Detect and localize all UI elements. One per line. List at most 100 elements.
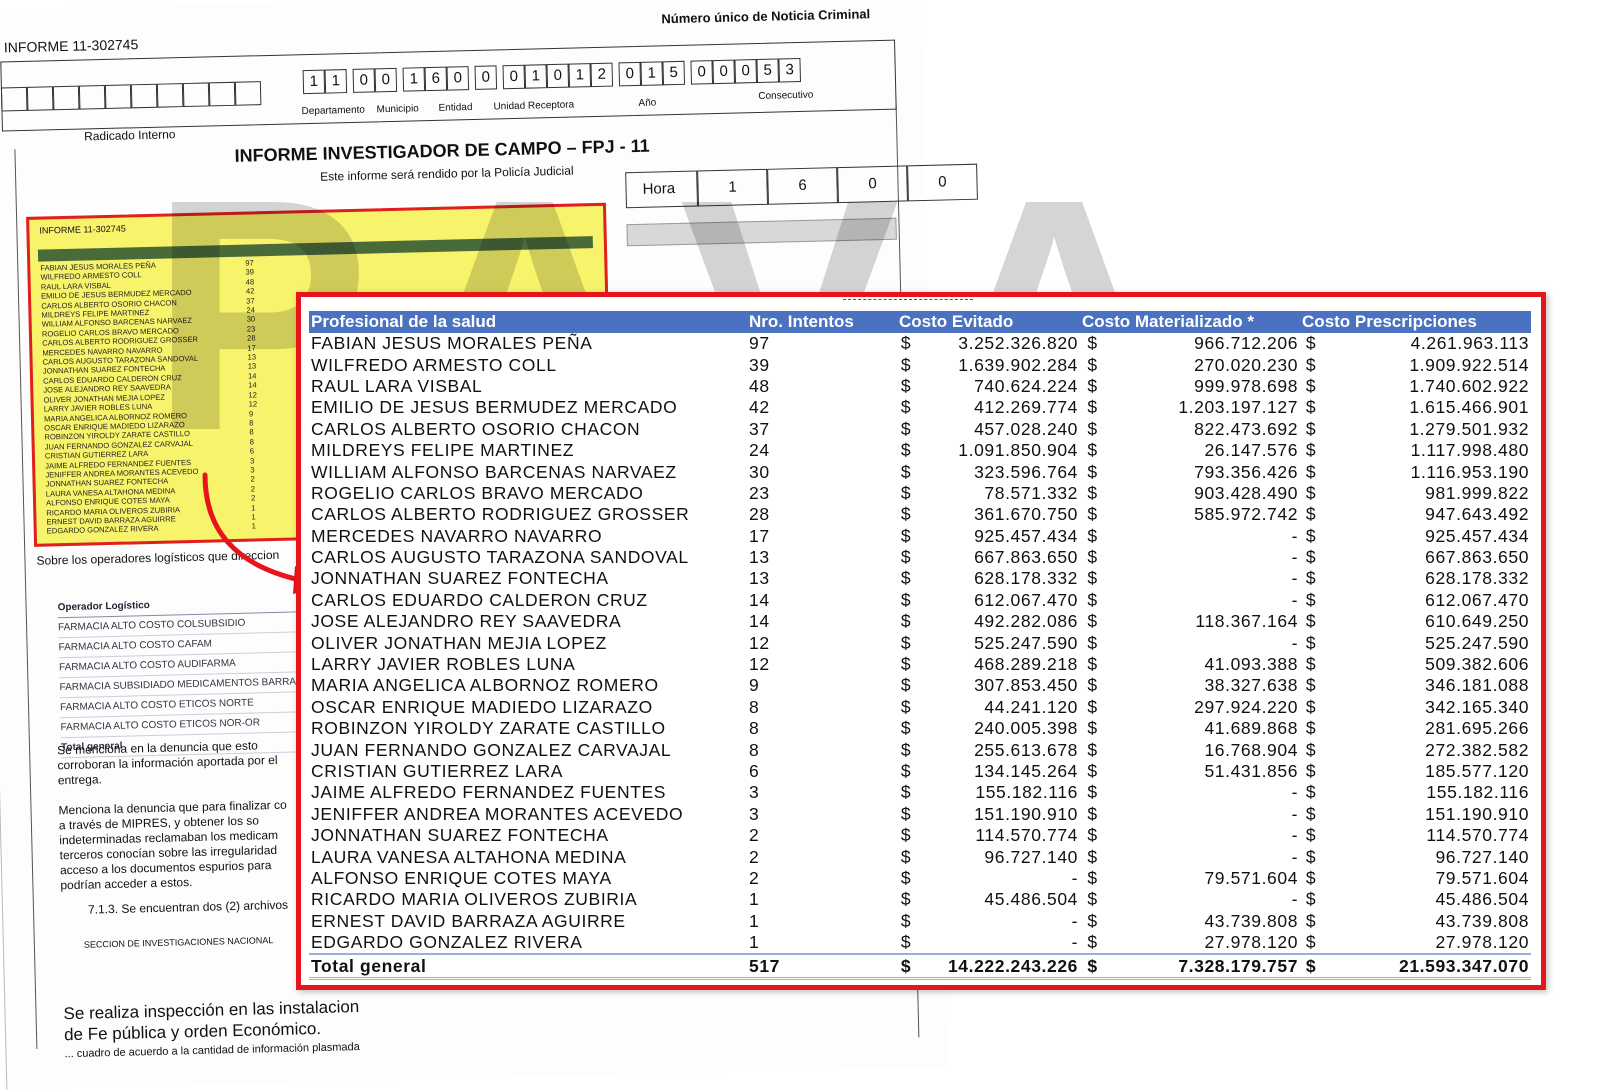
cell-evitado: 3.252.326.820 bbox=[958, 333, 1079, 354]
currency-sign: $ bbox=[1087, 761, 1098, 781]
cell-name: CRISTIAN GUTIERREZ LARA bbox=[311, 761, 564, 781]
cell-name: JOSE ALEJANDRO REY SAAVEDRA bbox=[311, 611, 622, 632]
cell-prescripciones: 346.181.088 bbox=[1425, 675, 1530, 696]
zoomed-table-panel: Profesional de la salud Nro. Intentos Co… bbox=[296, 292, 1546, 990]
currency-sign: $ bbox=[900, 803, 912, 824]
noticia-digit-box: 3 bbox=[778, 57, 802, 83]
currency-sign: $ bbox=[1080, 953, 1106, 980]
cell-evitado: 78.571.332 bbox=[984, 482, 1079, 503]
currency-sign: $ bbox=[1087, 482, 1098, 503]
radicado-label: Radicado Interno bbox=[83, 127, 176, 144]
noticia-digit-box: 1 bbox=[402, 67, 426, 92]
currency-sign: $ bbox=[1087, 867, 1098, 888]
currency-sign: $ bbox=[1305, 333, 1317, 354]
paragraph-2: Menciona la denuncia que para finalizar … bbox=[58, 798, 288, 894]
currency-sign: $ bbox=[1087, 589, 1098, 610]
radicado-box bbox=[208, 81, 236, 107]
hora-label: Hora bbox=[625, 170, 699, 209]
document-subtitle: Este informe será rendido por la Policía… bbox=[320, 163, 574, 184]
currency-sign: $ bbox=[1087, 696, 1098, 717]
cell-prescripciones: 610.649.250 bbox=[1425, 611, 1530, 632]
cell-intentos: 6 bbox=[749, 761, 760, 781]
cell-name: JAIME ALFREDO FERNANDEZ FUENTES bbox=[311, 782, 667, 803]
currency-sign: $ bbox=[1305, 782, 1317, 803]
currency-sign: $ bbox=[1087, 825, 1098, 846]
currency-sign: $ bbox=[900, 611, 912, 632]
radicado-box bbox=[26, 86, 54, 111]
cell-materializado: - bbox=[1291, 889, 1299, 910]
cell-evitado: 134.145.264 bbox=[974, 761, 1079, 781]
cell-materializado: 27.978.120 bbox=[1204, 932, 1299, 953]
col-profesional: Profesional de la salud bbox=[309, 311, 747, 333]
table-row: MARIA ANGELICA ALBORNOZ ROMERO 9 $307.853.… bbox=[309, 675, 1531, 696]
currency-sign: $ bbox=[1087, 632, 1098, 653]
currency-sign: $ bbox=[1087, 910, 1098, 931]
cell-intentos: 13 bbox=[749, 568, 770, 589]
col-evitado: Costo Evitado bbox=[897, 311, 1081, 333]
cell-name: RAUL LARA VISBAL bbox=[311, 375, 483, 396]
radicado-box bbox=[234, 81, 262, 106]
currency-sign: $ bbox=[1305, 889, 1317, 910]
gray-bar bbox=[626, 217, 897, 247]
radicado-box bbox=[0, 86, 28, 112]
currency-sign: $ bbox=[1305, 739, 1317, 760]
table-row: CRISTIAN GUTIERREZ LARA 6 $134.145.264 $51.… bbox=[309, 761, 1531, 782]
cell-evitado: 361.670.750 bbox=[974, 504, 1079, 525]
table-row: JONNATHAN SUAREZ FONTECHA 2 $114.570.774 $ -… bbox=[309, 825, 1531, 846]
operador-table: Operador Logístico FARMACIA ALTO COSTO C… bbox=[57, 592, 339, 759]
cell-prescripciones: 45.486.504 bbox=[1435, 889, 1530, 910]
table-row: EDGARDO GONZALEZ RIVERA 1 $ - $27.978.120 $27… bbox=[309, 932, 1531, 954]
cell-evitado: 240.005.398 bbox=[974, 718, 1079, 739]
noticia-digit-box: 0 bbox=[474, 65, 498, 90]
currency-sign: $ bbox=[1305, 482, 1317, 503]
currency-sign: $ bbox=[900, 825, 912, 846]
cell-name: JONNATHAN SUAREZ FONTECHA bbox=[311, 825, 609, 846]
cell-intentos: 8 bbox=[749, 696, 760, 717]
cell-name: ROGELIO CARLOS BRAVO MERCADO bbox=[311, 482, 644, 503]
table-row: RICARDO MARIA OLIVEROS ZUBIRIA 1 $45.486.5… bbox=[309, 889, 1531, 910]
cell-intentos: 14 bbox=[749, 611, 770, 632]
entidad-label: Entidad bbox=[438, 101, 473, 114]
currency-sign: $ bbox=[1305, 696, 1317, 717]
cell-materializado: 41.689.868 bbox=[1204, 718, 1299, 739]
table-row: FABIAN JESUS MORALES PEÑA 97 $3.252.326.82… bbox=[309, 333, 1531, 354]
cell-intentos: 28 bbox=[749, 504, 770, 525]
currency-sign: $ bbox=[1305, 654, 1317, 675]
noticia-digit-box: 6 bbox=[424, 66, 448, 92]
cell-evitado: 525.247.590 bbox=[974, 632, 1079, 653]
cell-intentos: 3 bbox=[749, 803, 760, 824]
sobre-text: Sobre los operadores logísticos que dire… bbox=[36, 547, 280, 568]
cell-name: FABIAN JESUS MORALES PEÑA bbox=[311, 333, 593, 354]
hora-digit: 0 bbox=[837, 165, 908, 204]
noticia-digit-box: 0 bbox=[690, 60, 714, 85]
cell-evitado: 740.624.224 bbox=[974, 375, 1079, 396]
currency-sign: $ bbox=[1305, 397, 1317, 418]
cell-name: LARRY JAVIER ROBLES LUNA bbox=[311, 654, 576, 675]
table-row: JENIFFER ANDREA MORANTES ACEVEDO 3 $151.19… bbox=[309, 804, 1531, 825]
noticia-digit-box: 1 bbox=[568, 63, 592, 88]
cell-name: MILDREYS FELIPE MARTINEZ bbox=[311, 440, 575, 461]
cell-intentos: 2 bbox=[749, 867, 760, 888]
currency-sign: $ bbox=[900, 525, 912, 546]
noticia-digit-box: 0 bbox=[446, 66, 470, 91]
currency-sign: $ bbox=[900, 589, 912, 610]
currency-sign: $ bbox=[1305, 354, 1317, 375]
table-row: ALFONSO ENRIQUE COTES MAYA 2 $ - $79.571.604… bbox=[309, 868, 1531, 889]
cell-prescripciones: 43.739.808 bbox=[1435, 910, 1530, 931]
cell-materializado: - bbox=[1291, 547, 1299, 568]
cell-intentos: 13 bbox=[749, 547, 770, 568]
cell-name: JENIFFER ANDREA MORANTES ACEVEDO bbox=[311, 803, 684, 824]
table-row: WILLIAM ALFONSO BARCENAS NARVAEZ 30 $323.5… bbox=[309, 461, 1531, 482]
table-row: JUAN FERNANDO GONZALEZ CARVAJAL 8 $255.613… bbox=[309, 739, 1531, 760]
document-title: INFORME INVESTIGADOR DE CAMPO – FPJ - 11 bbox=[234, 135, 650, 166]
cell-materializado: 51.431.856 bbox=[1204, 761, 1299, 781]
cell-name: CARLOS ALBERTO RODRIGUEZ GROSSER bbox=[311, 504, 690, 525]
cell-evitado: 323.596.764 bbox=[974, 461, 1079, 482]
cell-prescripciones: 1.116.953.190 bbox=[1410, 461, 1530, 482]
currency-sign: $ bbox=[1305, 440, 1317, 461]
cell-materializado: 270.020.230 bbox=[1194, 354, 1299, 375]
cell-name: WILLIAM ALFONSO BARCENAS NARVAEZ bbox=[311, 461, 677, 482]
cell-intentos: 48 bbox=[749, 375, 770, 396]
table-row: MERCEDES NAVARRO NAVARRO 17 $925.457.434 $ -… bbox=[309, 526, 1531, 547]
cell-intentos: 24 bbox=[749, 440, 770, 461]
